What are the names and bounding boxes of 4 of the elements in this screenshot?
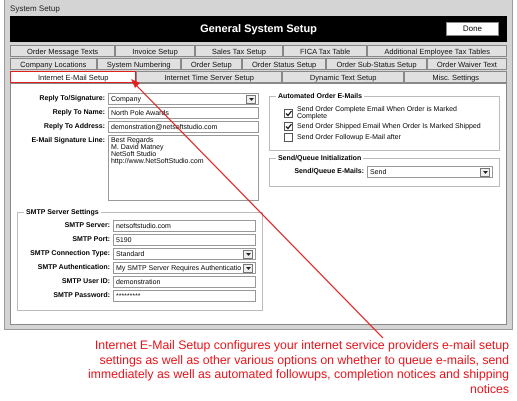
- done-button[interactable]: Done: [446, 22, 499, 36]
- window-title: System Setup: [10, 3, 60, 15]
- annotation-text: Internet E-Mail Setup configures your internet service providers e-mail setup settings as well as other various options on whether to queue e-mails, send immediately as well as automated followups, completion notices and shipping notices: [86, 338, 509, 396]
- header-title: General System Setup: [200, 23, 317, 35]
